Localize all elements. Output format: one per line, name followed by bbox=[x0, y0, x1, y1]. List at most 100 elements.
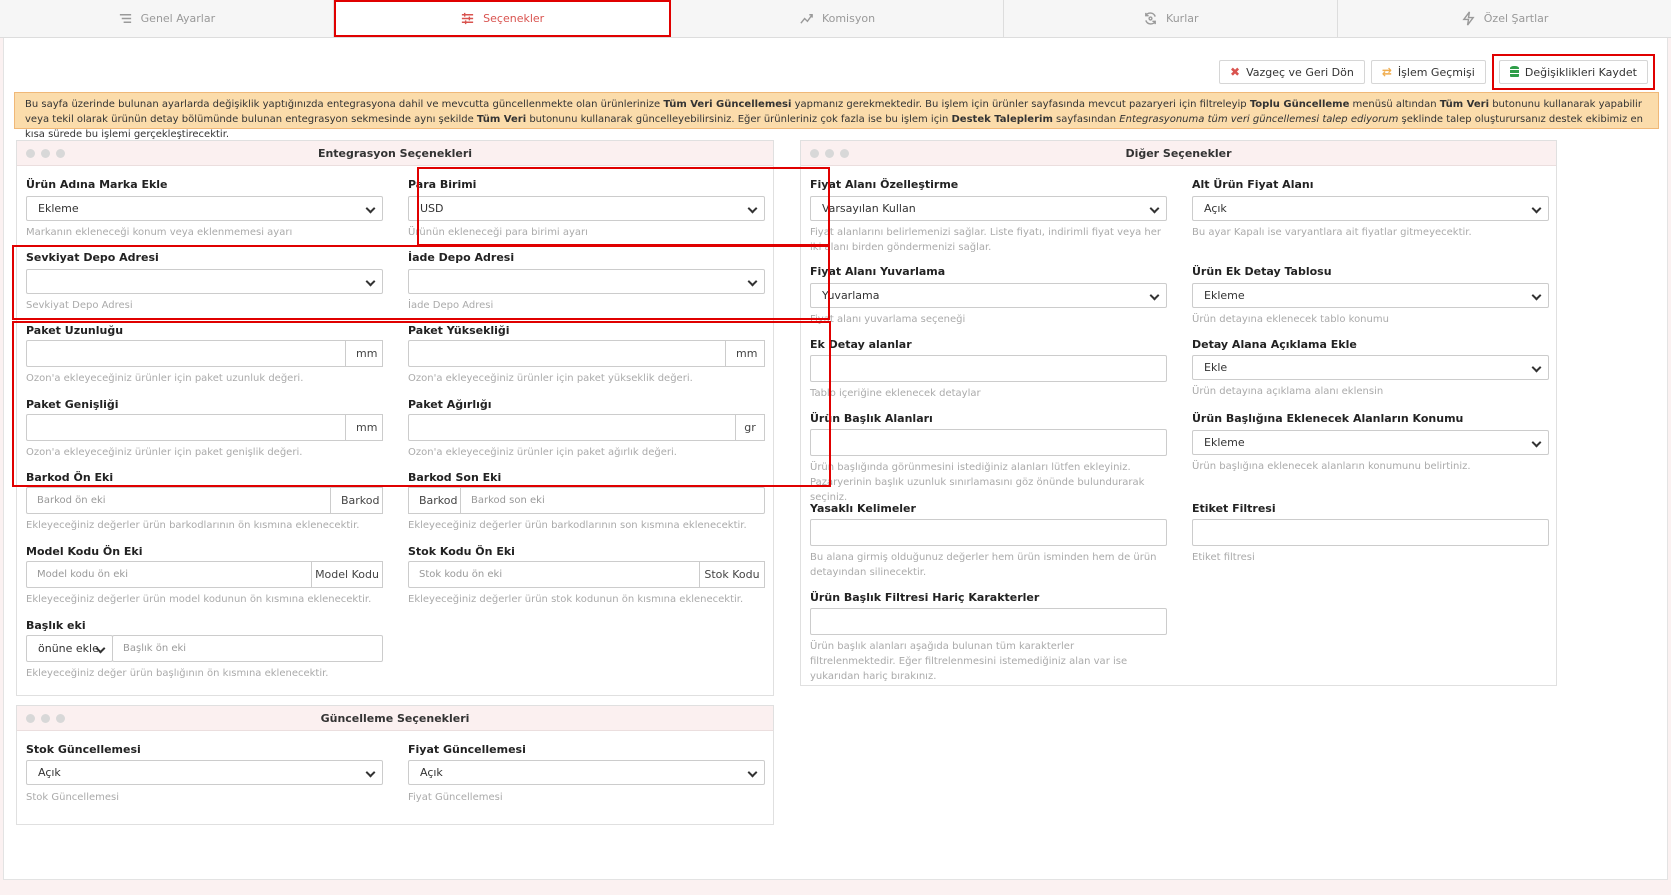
title-affix-label: Başlık eki bbox=[26, 619, 86, 632]
pkg-width-hint: Ozon'a ekleyeceğiniz ürünler için paket … bbox=[26, 447, 303, 458]
price-update-label: Fiyat Güncellemesi bbox=[408, 743, 526, 756]
barcode-addon: Barkod bbox=[408, 487, 461, 514]
ship-depot-hint: Sevkiyat Depo Adresi bbox=[26, 300, 133, 311]
refresh-icon bbox=[1145, 12, 1156, 25]
title-pos-hint: Ürün başlığına eklenecek alanların konum… bbox=[1192, 461, 1471, 472]
pkg-width-label: Paket Genişliği bbox=[26, 398, 119, 411]
price-update-select[interactable]: Açık bbox=[408, 760, 765, 785]
stock-addon: Stok Kodu bbox=[699, 561, 765, 588]
window-dots bbox=[26, 714, 65, 723]
price-field-select[interactable]: Varsayılan Kullan bbox=[810, 196, 1167, 221]
panel-title: Diğer Seçenekler bbox=[1125, 147, 1232, 160]
cancel-button[interactable]: ✖ Vazgeç ve Geri Dön bbox=[1219, 60, 1365, 84]
tag-filter-input[interactable] bbox=[1192, 519, 1549, 546]
chevron-down-icon bbox=[1531, 437, 1542, 448]
chevron-down-icon bbox=[1531, 362, 1542, 373]
pkg-weight-label: Paket Ağırlığı bbox=[408, 398, 492, 411]
currency-value: USD bbox=[420, 202, 444, 215]
integration-panel: Entegrasyon Seçenekleri Ürün Adına Marka… bbox=[16, 140, 774, 696]
alert-text: butonunu kullanarak güncelleyebilirsiniz… bbox=[526, 114, 952, 125]
barcode-prefix-input[interactable]: Barkod ön eki Barkod bbox=[26, 487, 383, 514]
tab-ozel-sartlar[interactable]: Özel Şartlar bbox=[1338, 0, 1671, 37]
title-pos-select[interactable]: Ekleme bbox=[1192, 430, 1549, 455]
banned-words-input[interactable] bbox=[810, 519, 1167, 546]
title-affix-mode: önüne ekle bbox=[38, 642, 99, 655]
unit-addon: mm bbox=[725, 340, 765, 367]
brand-select[interactable]: Ekleme bbox=[26, 196, 383, 221]
stock-prefix-placeholder: Stok kodu ön eki bbox=[419, 569, 503, 580]
pkg-width-input[interactable]: mm bbox=[26, 414, 383, 441]
title-affix-input[interactable]: Başlık ön eki bbox=[112, 635, 383, 662]
action-toolbar: ✖ Vazgeç ve Geri Dön ⇄ İşlem Geçmişi Değ… bbox=[1219, 54, 1655, 90]
pkg-weight-input[interactable]: gr bbox=[408, 414, 765, 441]
stock-prefix-hint: Ekleyeceğiniz değerler ürün stok kodunun… bbox=[408, 594, 744, 605]
ship-depot-select[interactable] bbox=[26, 269, 383, 294]
alert-bold: Tüm Veri bbox=[1439, 99, 1490, 110]
database-icon bbox=[1509, 66, 1519, 78]
banned-words-label: Yasaklı Kelimeler bbox=[810, 502, 916, 515]
desc-add-select[interactable]: Ekle bbox=[1192, 355, 1549, 380]
title-filter-label: Ürün Başlık Filtresi Hariç Karakterler bbox=[810, 591, 1040, 604]
stock-prefix-input[interactable]: Stok kodu ön eki Stok Kodu bbox=[408, 561, 765, 588]
stock-update-hint: Stok Güncellemesi bbox=[26, 792, 120, 803]
tab-label: Kurlar bbox=[1166, 12, 1199, 25]
barcode-suffix-hint: Ekleyeceğiniz değerler ürün barkodlarını… bbox=[408, 520, 747, 531]
tab-secenekler[interactable]: Seçenekler bbox=[333, 0, 671, 37]
save-button[interactable]: Değişiklikleri Kaydet bbox=[1498, 60, 1648, 84]
chevron-down-icon bbox=[365, 767, 376, 778]
price-round-label: Fiyat Alanı Yuvarlama bbox=[810, 265, 946, 278]
title-fields-input[interactable] bbox=[810, 429, 1167, 456]
pkg-length-hint: Ozon'a ekleyeceğiniz ürünler için paket … bbox=[26, 373, 304, 384]
save-label: Değişiklikleri Kaydet bbox=[1524, 65, 1637, 79]
brand-label: Ürün Adına Marka Ekle bbox=[26, 178, 168, 191]
sub-price-value: Açık bbox=[1204, 202, 1227, 215]
alert-text: sayfasından bbox=[1052, 114, 1120, 125]
tab-genel-ayarlar[interactable]: Genel Ayarlar bbox=[0, 0, 334, 37]
stock-update-value: Açık bbox=[38, 766, 61, 779]
desc-add-value: Ekle bbox=[1204, 361, 1228, 374]
chevron-down-icon bbox=[747, 276, 758, 287]
page-footer-strip bbox=[0, 880, 1671, 895]
extra-table-select[interactable]: Ekleme bbox=[1192, 283, 1549, 308]
return-depot-select[interactable] bbox=[408, 269, 765, 294]
alert-bold: Toplu Güncelleme bbox=[1249, 99, 1350, 110]
tab-komisyon[interactable]: Komisyon bbox=[671, 0, 1005, 37]
pkg-length-input[interactable]: mm bbox=[26, 340, 383, 367]
sub-price-hint: Bu ayar Kapalı ise varyantlara ait fiyat… bbox=[1192, 227, 1472, 238]
settings-content: ✖ Vazgeç ve Geri Dön ⇄ İşlem Geçmişi Değ… bbox=[3, 38, 1668, 880]
pkg-height-input[interactable]: mm bbox=[408, 340, 765, 367]
title-filter-input[interactable] bbox=[810, 608, 1167, 635]
history-label: İşlem Geçmişi bbox=[1397, 65, 1475, 79]
pkg-length-label: Paket Uzunluğu bbox=[26, 324, 124, 337]
currency-select[interactable]: USD bbox=[408, 196, 765, 221]
swap-icon: ⇄ bbox=[1381, 65, 1392, 79]
extra-fields-input[interactable] bbox=[810, 355, 1167, 382]
tab-label: Seçenekler bbox=[483, 12, 545, 25]
pkg-height-hint: Ozon'a ekleyeceğiniz ürünler için paket … bbox=[408, 373, 693, 384]
tag-filter-hint: Etiket filtresi bbox=[1192, 552, 1255, 563]
stock-update-select[interactable]: Açık bbox=[26, 760, 383, 785]
tab-bar: Genel Ayarlar Seçenekler Komisyon Kurlar… bbox=[0, 0, 1671, 38]
cancel-label: Vazgeç ve Geri Dön bbox=[1246, 65, 1354, 79]
desc-add-hint: Ürün detayına açıklama alanı eklensin bbox=[1192, 386, 1384, 397]
barcode-suffix-label: Barkod Son Eki bbox=[408, 471, 502, 484]
barcode-suffix-input[interactable]: Barkod Barkod son eki bbox=[408, 487, 765, 514]
chevron-down-icon bbox=[1149, 290, 1160, 301]
tab-kurlar[interactable]: Kurlar bbox=[1004, 0, 1339, 37]
price-round-select[interactable]: Yuvarlama bbox=[810, 283, 1167, 308]
panel-title: Güncelleme Seçenekleri bbox=[320, 712, 470, 725]
model-prefix-hint: Ekleyeceğiniz değerler ürün model kodunu… bbox=[26, 594, 372, 605]
barcode-prefix-hint: Ekleyeceğiniz değerler ürün barkodlarını… bbox=[26, 520, 360, 531]
history-button[interactable]: ⇄ İşlem Geçmişi bbox=[1370, 60, 1486, 84]
window-dots bbox=[26, 149, 65, 158]
barcode-prefix-placeholder: Barkod ön eki bbox=[37, 495, 106, 506]
price-update-value: Açık bbox=[420, 766, 443, 779]
sub-price-select[interactable]: Açık bbox=[1192, 196, 1549, 221]
currency-label: Para Birimi bbox=[408, 178, 477, 191]
model-prefix-placeholder: Model kodu ön eki bbox=[37, 569, 128, 580]
title-affix-mode-select[interactable]: önüne ekle bbox=[26, 635, 113, 662]
banned-words-hint: Bu alana girmiş olduğunuz değerler hem ü… bbox=[810, 552, 1157, 578]
price-round-value: Yuvarlama bbox=[822, 289, 880, 302]
model-prefix-input[interactable]: Model kodu ön eki Model Kodu bbox=[26, 561, 383, 588]
alert-text: yapmanız gerekmektedir. Bu işlem için ür… bbox=[791, 99, 1250, 110]
